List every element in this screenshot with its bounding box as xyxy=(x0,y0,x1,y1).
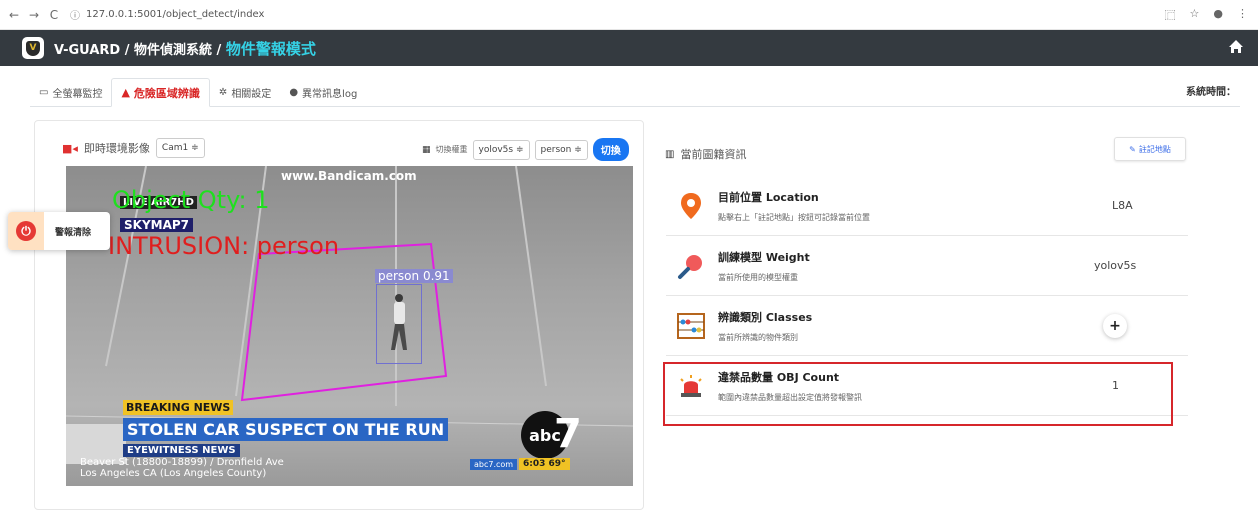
video-camera-icon: ■◂ xyxy=(62,141,78,155)
abacus-icon xyxy=(676,311,706,341)
intrusion-overlay: INTRUSION: person xyxy=(108,232,340,260)
weight-switch-row: ▦ 切換權重 yolov5s ≑ person ≑ 切換 xyxy=(422,138,629,161)
camera-header: ■◂ 即時環境影像 Cam1 ≑ xyxy=(62,138,205,158)
breaking-news-tag: BREAKING NEWS xyxy=(123,400,234,415)
app-title: V-GUARD / 物件偵測系統 / 物件警報模式 xyxy=(54,38,316,59)
address-line-1: Beaver St (18800-18899) / Dronfield Ave xyxy=(80,457,284,468)
skymap-logo: SKYMAP7 xyxy=(120,218,194,232)
tab-log[interactable]: ● 異常訊息log xyxy=(280,78,366,106)
info-desc: 當前所使用的模型權重 xyxy=(718,272,798,282)
star-icon[interactable]: ☆ xyxy=(1190,7,1200,23)
alarm-icon-box: ⏻ xyxy=(8,212,44,250)
magnifier-icon xyxy=(676,251,706,281)
translate-icon[interactable]: ⿸ xyxy=(1165,7,1176,23)
system-time: 系統時間： xyxy=(1186,87,1236,98)
app-header: V V-GUARD / 物件偵測系統 / 物件警報模式 xyxy=(0,30,1258,66)
vguard-logo: V xyxy=(22,37,44,59)
tab-label: 危險區域辨識 xyxy=(133,86,200,100)
info-title: 目前位置 Location xyxy=(718,190,819,204)
back-icon[interactable]: ← xyxy=(4,8,24,22)
alarm-clear-label: 警報清除 xyxy=(55,227,92,238)
reload-icon[interactable]: C xyxy=(44,8,64,22)
gear-icon: ✲ xyxy=(218,86,228,98)
power-icon: ⏻ xyxy=(16,221,36,241)
weight-select[interactable]: yolov5s ≑ xyxy=(472,139,530,160)
info-row-classes: 辨識類別 Classes 當前所辨識的物件類別 + xyxy=(666,296,1188,356)
site-info-icon[interactable]: ⓘ xyxy=(70,7,80,22)
alarm-clear-button[interactable]: ⏻ 警報清除 xyxy=(8,212,110,250)
eyewitness-tag: EYEWITNESS NEWS xyxy=(123,444,240,457)
url-text: 127.0.0.1:5001/object_detect/index xyxy=(86,9,265,20)
map-pin-icon xyxy=(676,191,706,221)
obj-count-highlight xyxy=(663,362,1173,426)
info-title: 辨識類別 Classes xyxy=(718,310,813,324)
class-select[interactable]: person ≑ xyxy=(534,139,588,160)
tab-bar: ▭ 全螢幕監控 ▲ 危險區域辨識 ✲ 相關設定 ● 異常訊息log xyxy=(30,78,1240,107)
news-headline: STOLEN CAR SUSPECT ON THE RUN xyxy=(123,418,449,441)
tab-danger-zone[interactable]: ▲ 危險區域辨識 xyxy=(111,78,210,107)
location-caption: Beaver St (18800-18899) / Dronfield Ave … xyxy=(80,457,284,479)
shield-icon: V xyxy=(26,40,40,56)
video-feed: www.Bandicam.com LIVE AIR7HD SKYMAP7 Obj… xyxy=(66,166,633,486)
menu-dots-icon[interactable]: ⋮ xyxy=(1237,7,1248,23)
camera-select[interactable]: Cam1 ≑ xyxy=(155,138,205,158)
info-title: 訓練模型 Weight xyxy=(718,250,810,264)
info-header-text: 當前圖籍資訊 xyxy=(680,148,747,161)
switch-button[interactable]: 切換 xyxy=(592,138,629,161)
address-bar[interactable]: ⓘ 127.0.0.1:5001/object_detect/index xyxy=(70,7,264,22)
switch-icon: ▦ xyxy=(422,144,431,155)
edit-icon: ✎ xyxy=(1129,144,1136,154)
camera-label: 即時環境影像 xyxy=(83,142,150,155)
info-header: ▥ 當前圖籍資訊 xyxy=(665,146,746,162)
abc-url: abc7.com xyxy=(470,459,518,470)
monitor-icon: ▭ xyxy=(39,86,49,98)
bandicam-watermark: www.Bandicam.com xyxy=(281,169,417,183)
warning-icon: ▲ xyxy=(121,86,130,99)
forward-icon[interactable]: → xyxy=(24,8,44,22)
tab-label: 全螢幕監控 xyxy=(52,88,103,100)
person-figure xyxy=(391,294,407,350)
mode-text: 物件警報模式 xyxy=(225,39,316,58)
abc-time-temp: 6:03 69° xyxy=(519,458,570,470)
brand-text: V-GUARD / 物件偵測系統 / xyxy=(54,42,222,58)
location-value: L8A xyxy=(1112,199,1133,212)
tab-label: 相關設定 xyxy=(231,88,272,100)
weight-value: yolov5s xyxy=(1094,259,1137,272)
mark-location-label: 註記地點 xyxy=(1138,144,1171,154)
home-icon[interactable] xyxy=(1228,39,1244,58)
switch-label: 切換權重 xyxy=(435,145,468,154)
tab-label: 異常訊息log xyxy=(302,88,358,100)
mark-location-button[interactable]: ✎ 註記地點 xyxy=(1114,137,1186,161)
chat-icon: ● xyxy=(289,86,299,98)
address-line-2: Los Angeles CA (Los Angeles County) xyxy=(80,468,267,479)
info-desc: 當前所辨識的物件類別 xyxy=(718,332,798,342)
detection-label: person 0.91 xyxy=(375,269,453,283)
object-qty-overlay: Object Qty: 1 xyxy=(112,186,270,214)
add-class-button[interactable]: + xyxy=(1103,313,1127,338)
info-desc: 點擊右上「註記地點」按鈕可記錄當前位置 xyxy=(718,212,870,222)
info-row-location: 目前位置 Location 點擊右上「註記地點」按鈕可記錄當前位置 L8A xyxy=(666,176,1188,236)
profile-icon[interactable]: ● xyxy=(1213,7,1223,23)
map-icon: ▥ xyxy=(665,148,675,160)
tab-fullscreen-monitor[interactable]: ▭ 全螢幕監控 xyxy=(30,78,111,106)
info-row-weight: 訓練模型 Weight 當前所使用的模型權重 yolov5s xyxy=(666,236,1188,296)
browser-toolbar: ← → C ⓘ 127.0.0.1:5001/object_detect/ind… xyxy=(0,0,1258,30)
abc-seven: 7 xyxy=(554,411,582,457)
tab-settings[interactable]: ✲ 相關設定 xyxy=(210,78,280,106)
